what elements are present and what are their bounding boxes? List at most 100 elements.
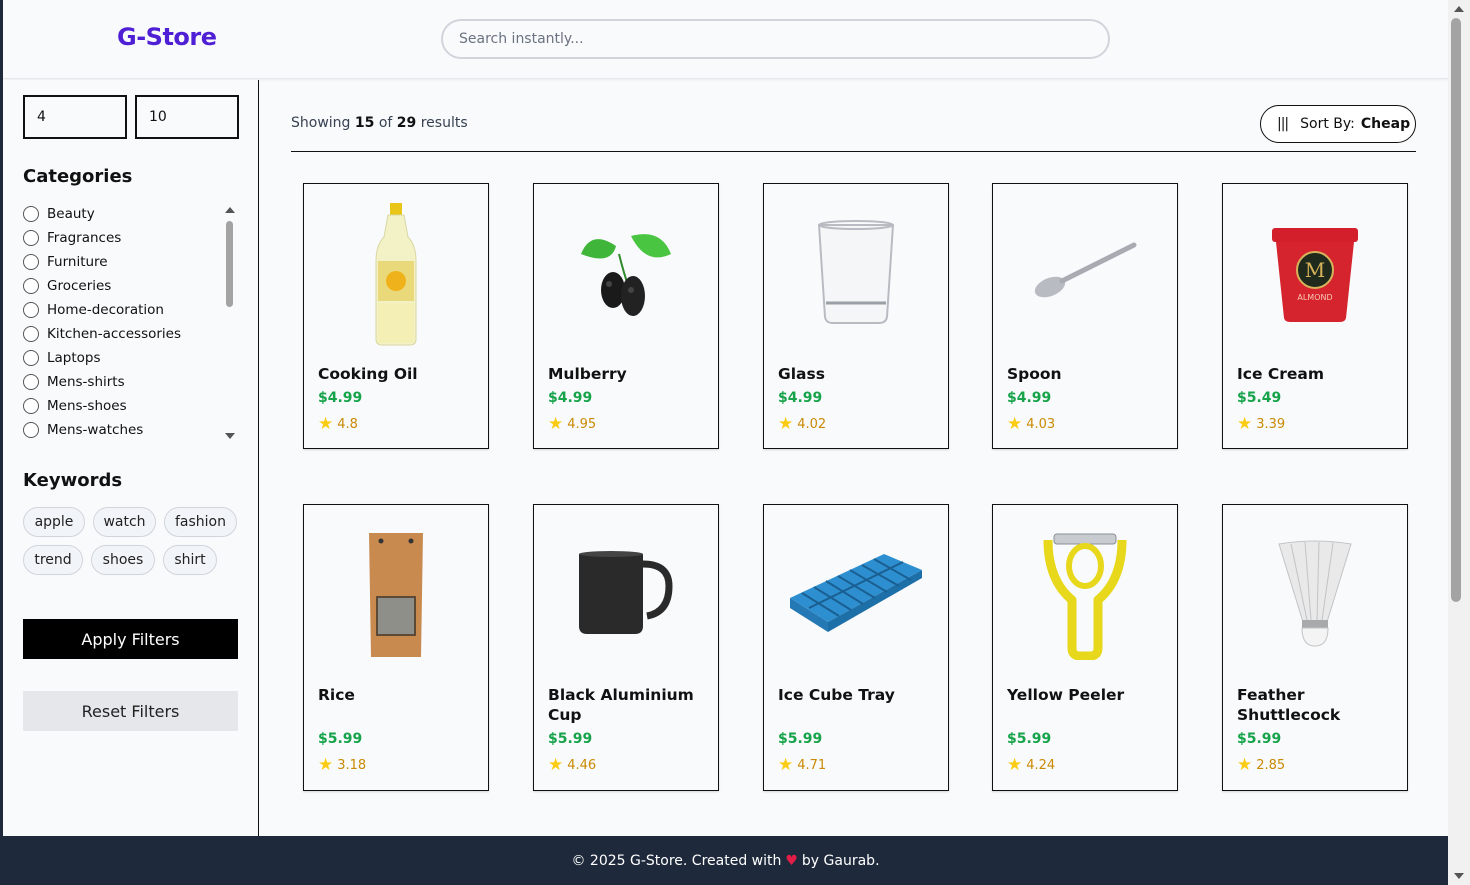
star-icon: ★ [318,755,334,775]
product-name: Ice Cream [1237,365,1325,383]
radio-button[interactable] [23,422,39,438]
search-input[interactable] [441,19,1110,59]
svg-text:ALMOND: ALMOND [1297,293,1332,302]
product-rating: ★ 2.85 [1237,755,1285,775]
keyword-chip-shirt[interactable]: shirt [163,545,217,575]
radio-button[interactable] [23,326,39,342]
footer: © 2025 G-Store. Created with ♥ by Gaurab… [3,836,1448,885]
product-price: $4.99 [318,390,363,406]
product-card[interactable]: Spoon $4.99 ★ 4.03 [992,183,1178,449]
product-name: Rice [318,686,355,704]
scroll-down-arrow-icon[interactable] [225,433,235,439]
category-label: Mens-shoes [47,398,127,414]
scroll-up-arrow-icon[interactable] [225,207,235,213]
categories-heading: Categories [23,166,133,187]
header: G-Store [3,0,1448,79]
star-icon: ★ [778,414,794,434]
glass-icon [764,184,948,364]
keyword-chip-trend[interactable]: trend [23,545,83,575]
product-card[interactable]: M ALMOND Ice Cream $5.49 ★ 3.39 [1222,183,1408,449]
spoon-icon [993,184,1177,364]
radio-button[interactable] [23,374,39,390]
scrollbar-thumb[interactable] [1451,18,1461,602]
results-of: of [378,115,393,131]
product-price: $4.99 [778,390,823,406]
category-item[interactable]: Mens-watches [23,418,218,442]
category-label: Beauty [47,206,95,222]
product-name: Yellow Peeler [1007,686,1125,704]
oil-bottle-icon [304,184,488,364]
product-card[interactable]: Rice $5.99 ★ 3.18 [303,504,489,791]
price-min-input[interactable] [23,95,127,139]
category-item[interactable]: Furniture [23,250,218,274]
reset-filters-button[interactable]: Reset Filters [23,691,238,731]
radio-button[interactable] [23,206,39,222]
star-icon: ★ [1007,414,1023,434]
radio-button[interactable] [23,254,39,270]
category-item[interactable]: Beauty [23,202,218,226]
product-price: $4.99 [548,390,593,406]
radio-button[interactable] [23,278,39,294]
category-item[interactable]: Mens-shirts [23,370,218,394]
product-card[interactable]: Mulberry $4.99 ★ 4.95 [533,183,719,449]
results-shown: 15 [354,115,375,131]
keyword-chip-watch[interactable]: watch [93,507,156,537]
product-rating: ★ 4.95 [548,414,596,434]
product-rating: ★ 4.8 [318,414,358,434]
rating-value: 4.24 [1026,757,1056,773]
product-price: $5.99 [1237,731,1282,747]
product-price: $5.49 [1237,390,1282,406]
keyword-chip-fashion[interactable]: fashion [164,507,237,537]
category-item[interactable]: Kitchen-accessories [23,322,218,346]
window-scrollbar[interactable] [1448,0,1470,885]
keyword-chip-apple[interactable]: apple [23,507,85,537]
product-price: $5.99 [548,731,593,747]
keywords-heading: Keywords [23,470,123,491]
page: G-Store Categories Beauty Fragrances Fur… [3,0,1448,885]
rating-value: 2.85 [1256,757,1286,773]
category-item[interactable]: Laptops [23,346,218,370]
rating-value: 4.46 [567,757,597,773]
star-icon: ★ [1237,755,1253,775]
shuttlecock-icon [1223,505,1407,685]
product-price: $5.99 [318,731,363,747]
scrollbar-thumb[interactable] [226,221,233,307]
scroll-down-arrow-icon[interactable] [1454,873,1464,879]
radio-button[interactable] [23,350,39,366]
star-icon: ★ [548,414,564,434]
category-item[interactable]: Home-decoration [23,298,218,322]
category-scrollbar[interactable] [224,207,236,439]
product-name: Feather Shuttlecock [1237,686,1341,724]
category-label: Laptops [47,350,101,366]
results-total: 29 [396,115,417,131]
product-card[interactable]: Feather Shuttlecock $5.99 ★ 2.85 [1222,504,1408,791]
rating-value: 4.02 [797,416,827,432]
product-card[interactable]: Glass $4.99 ★ 4.02 [763,183,949,449]
product-rating: ★ 3.39 [1237,414,1285,434]
radio-button[interactable] [23,230,39,246]
product-rating: ★ 4.71 [778,755,826,775]
rating-value: 3.18 [337,757,367,773]
price-max-input[interactable] [135,95,239,139]
apply-filters-button[interactable]: Apply Filters [23,619,238,659]
star-icon: ★ [1237,414,1253,434]
product-rating: ★ 4.02 [778,414,826,434]
product-name: Black Aluminium Cup [548,686,694,724]
product-card[interactable]: Ice Cube Tray $5.99 ★ 4.71 [763,504,949,791]
product-rating: ★ 4.03 [1007,414,1055,434]
product-name: Cooking Oil [318,365,418,383]
logo[interactable]: G-Store [117,23,217,51]
category-item[interactable]: Fragrances [23,226,218,250]
radio-button[interactable] [23,398,39,414]
product-card[interactable]: Black Aluminium Cup $5.99 ★ 4.46 [533,504,719,791]
category-item[interactable]: Mens-shoes [23,394,218,418]
category-list[interactable]: Beauty Fragrances Furniture Groceries Ho… [23,202,218,442]
keyword-chip-shoes[interactable]: shoes [91,545,155,575]
radio-button[interactable] [23,302,39,318]
category-item[interactable]: Groceries [23,274,218,298]
product-card[interactable]: Cooking Oil $4.99 ★ 4.8 [303,183,489,449]
product-card[interactable]: Yellow Peeler $5.99 ★ 4.24 [992,504,1178,791]
scroll-up-arrow-icon[interactable] [1454,6,1464,12]
sort-button[interactable]: ||| Sort By: Cheap [1260,105,1416,143]
mulberry-icon [534,184,718,364]
